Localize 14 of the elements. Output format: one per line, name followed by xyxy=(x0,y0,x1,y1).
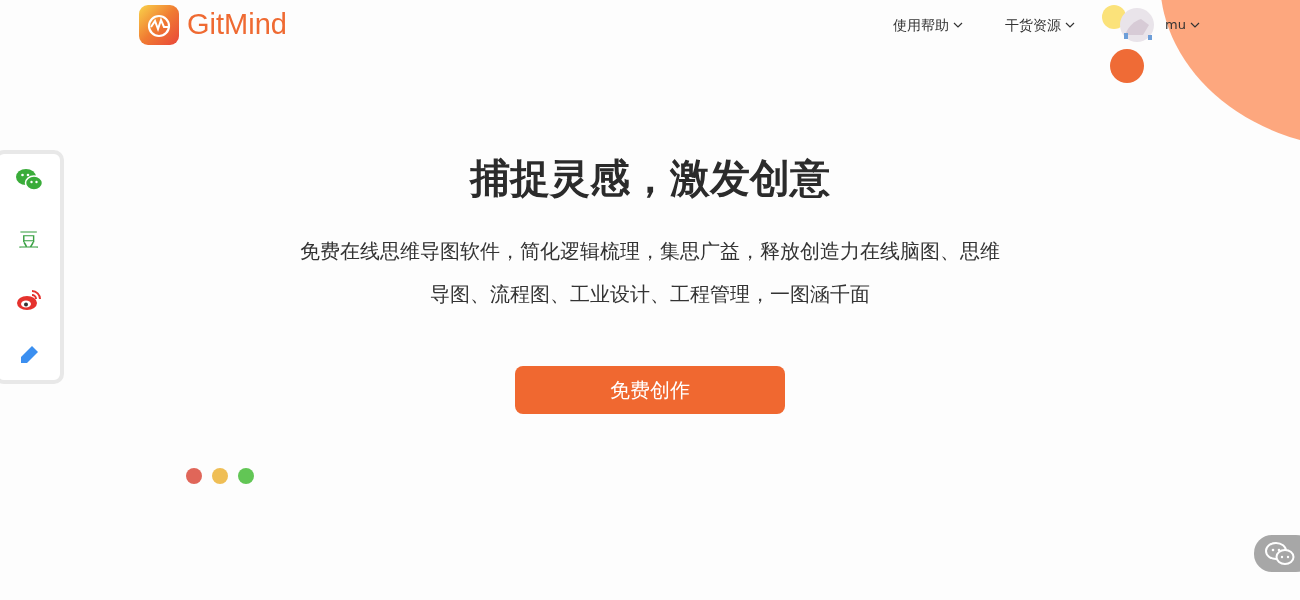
logo-text: GitMind xyxy=(187,7,287,43)
nav-menu[interactable]: 使用帮助 xyxy=(893,14,964,36)
decor-circle xyxy=(1110,49,1144,83)
pen-icon[interactable] xyxy=(18,344,40,366)
hero-description: 免费在线思维导图软件，简化逻辑梳理，集思广益，释放创造力在线脑图、思维导图、流程图、工业设计、工程管理，一图涵千面 xyxy=(300,239,1000,308)
wechat-icon[interactable] xyxy=(15,168,43,192)
weibo-icon[interactable] xyxy=(16,288,42,311)
logo-icon xyxy=(139,5,179,45)
chat-icon xyxy=(1264,540,1296,567)
caret-icon xyxy=(953,22,964,28)
caret-icon xyxy=(1065,22,1076,28)
hero-title: 捕捉灵感，激发创意 xyxy=(470,154,830,202)
chat-button[interactable] xyxy=(1254,535,1300,572)
nav-menu[interactable]: 干货资源 xyxy=(1005,14,1076,36)
